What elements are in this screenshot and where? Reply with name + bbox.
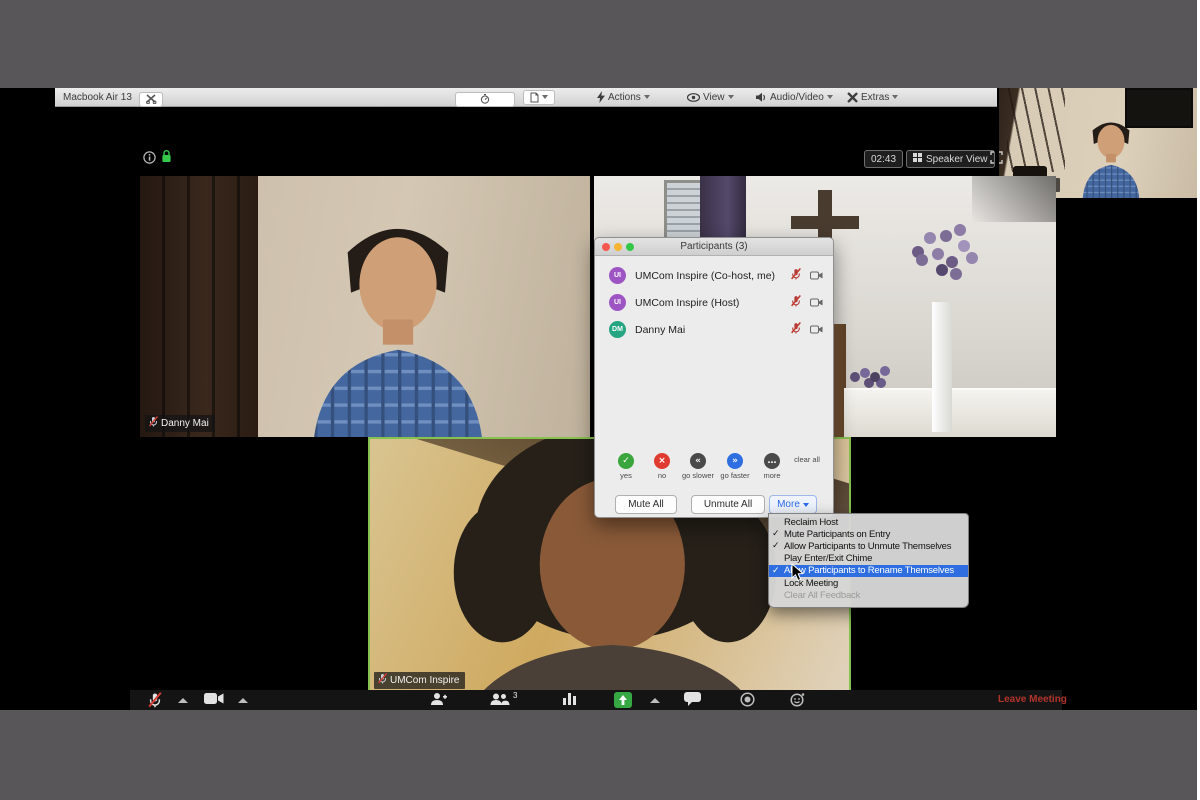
video-camera-icon — [810, 321, 823, 339]
muted-mic-icon[interactable] — [148, 692, 162, 713]
more-icon: … — [764, 453, 780, 469]
info-icon[interactable] — [143, 151, 156, 169]
tools-icon — [847, 92, 858, 103]
share-screen-icon[interactable] — [614, 692, 632, 713]
scissors-icon — [139, 92, 163, 107]
bottom-toolbar: 3 Leave Meeting — [130, 690, 1062, 710]
caret-down-icon — [803, 503, 809, 507]
more-menu-item-6: ✓Clear All Feedback — [769, 589, 968, 601]
caret-down-icon — [542, 95, 548, 99]
annotate-button[interactable] — [139, 90, 163, 108]
more-menu-item-2[interactable]: ✓Allow Participants to Unmute Themselves — [769, 540, 968, 552]
panel-title: Participants (3) — [680, 241, 747, 252]
feedback-no[interactable]: × no — [643, 453, 681, 480]
participants-panel-titlebar: Participants (3) — [595, 238, 833, 256]
yes-icon: ✓ — [618, 453, 634, 469]
app-window: Macbook Air 13 Actions View — [0, 0, 1200, 800]
caret-down-icon — [728, 95, 734, 99]
share-toolbar: Macbook Air 13 Actions View — [55, 88, 997, 107]
minimize-icon[interactable] — [614, 243, 622, 251]
go-faster-icon: » — [727, 453, 743, 469]
menu-actions[interactable]: Actions — [597, 88, 650, 106]
more-menu-item-1[interactable]: ✓Mute Participants on Entry — [769, 528, 968, 540]
eye-icon — [687, 93, 700, 102]
reactions-icon[interactable] — [790, 692, 805, 712]
chevron-up-icon[interactable] — [178, 698, 188, 703]
mouse-cursor-icon — [791, 563, 806, 588]
name-tag: Danny Mai — [145, 415, 215, 432]
chat-icon[interactable] — [684, 692, 701, 711]
document-icon — [523, 90, 555, 105]
shadow-decor — [972, 176, 1056, 222]
polls-icon[interactable] — [562, 692, 578, 710]
speaker-icon — [755, 92, 767, 103]
participant-avatar-2: DM — [609, 321, 626, 338]
caret-down-icon — [892, 95, 898, 99]
participant-count-badge: 3 — [513, 691, 517, 700]
check-icon: ✓ — [772, 566, 779, 576]
muted-mic-icon — [149, 416, 158, 430]
more-button[interactable]: More — [769, 495, 817, 514]
muted-mic-icon — [791, 267, 801, 285]
caret-down-icon — [827, 95, 833, 99]
menu-audio-video[interactable]: Audio/Video — [755, 88, 833, 106]
leave-meeting-button[interactable]: Leave Meeting — [998, 694, 1067, 705]
person-silhouette — [1051, 112, 1171, 198]
lightning-icon — [597, 91, 605, 103]
device-label: Macbook Air 13 — [63, 88, 132, 106]
feedback-more[interactable]: … more — [753, 453, 791, 480]
invite-icon[interactable] — [430, 692, 447, 711]
encryption-lock-icon — [161, 149, 172, 168]
meeting-timer: 02:43 — [864, 150, 903, 168]
flower-arrangement-decor — [916, 254, 928, 266]
app-select-button[interactable] — [523, 88, 555, 106]
menu-view[interactable]: View — [687, 88, 734, 106]
muted-mic-icon — [791, 294, 801, 312]
timer-icon — [455, 92, 515, 107]
video-camera-icon — [810, 294, 823, 312]
zoom-window-icon[interactable] — [626, 243, 634, 251]
video-camera-icon[interactable] — [204, 692, 224, 710]
person-silhouette — [258, 202, 538, 437]
unmute-all-button[interactable]: Unmute All — [691, 495, 765, 514]
pedestal-vase-decor — [932, 302, 952, 432]
participant-row[interactable]: UI UMCom Inspire (Host) — [595, 289, 833, 316]
participant-row[interactable]: DM Danny Mai — [595, 316, 833, 343]
feedback-go-faster[interactable]: » go faster — [716, 453, 754, 480]
video-camera-icon — [810, 267, 823, 285]
check-icon: ✓ — [772, 541, 779, 551]
chevron-up-icon[interactable] — [650, 698, 660, 703]
altar-flowers-decor — [850, 372, 860, 382]
feedback-go-slower[interactable]: « go slower — [679, 453, 717, 480]
wood-slats-decor — [140, 176, 258, 437]
record-icon[interactable] — [740, 692, 755, 712]
mute-all-button[interactable]: Mute All — [615, 495, 677, 514]
participant-avatar-0: UI — [609, 267, 626, 284]
speaker-view-button[interactable]: Speaker View — [906, 150, 995, 168]
participant-row[interactable]: UI UMCom Inspire (Co-host, me) — [595, 262, 833, 289]
chevron-up-icon[interactable] — [238, 698, 248, 703]
more-dropdown-menu: ✓Reclaim Host ✓Mute Participants on Entr… — [768, 513, 969, 608]
participants-icon[interactable] — [490, 692, 510, 711]
muted-mic-icon — [378, 673, 387, 687]
fullscreen-icon[interactable] — [990, 151, 1003, 169]
more-menu-item-0[interactable]: ✓Reclaim Host — [769, 516, 968, 528]
cross-icon — [791, 216, 859, 229]
close-icon[interactable] — [602, 243, 610, 251]
participant-avatar-1: UI — [609, 294, 626, 311]
check-icon: ✓ — [772, 529, 779, 539]
no-icon: × — [654, 453, 670, 469]
go-slower-icon: « — [690, 453, 706, 469]
video-tile-danny-mai: Danny Mai — [140, 176, 590, 437]
grid-icon — [913, 153, 922, 165]
muted-mic-icon — [791, 321, 801, 339]
name-tag: UMCom Inspire — [374, 672, 465, 689]
timer-button[interactable] — [455, 90, 515, 108]
feedback-clear-all[interactable]: clear all — [788, 453, 826, 464]
caret-down-icon — [644, 95, 650, 99]
feedback-yes[interactable]: ✓ yes — [607, 453, 645, 480]
menu-extras[interactable]: Extras — [847, 88, 898, 106]
participants-panel: Participants (3) UI UMCom Inspire (Co-ho… — [594, 237, 834, 518]
